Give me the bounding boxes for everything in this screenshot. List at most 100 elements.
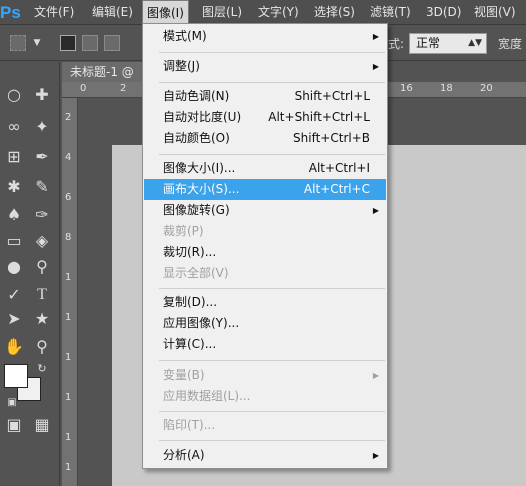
- menu-item-label: 模式(M): [163, 29, 207, 43]
- menu-item-shortcut: Alt+Ctrl+I: [308, 161, 370, 175]
- menu-item-label: 裁剪(P): [163, 224, 204, 238]
- menu-3d[interactable]: 3D(D): [422, 0, 465, 25]
- menu-item-label: 自动颜色(O): [163, 131, 230, 145]
- dodge-tool-icon[interactable]: ⚲: [30, 256, 54, 278]
- shape-tool-icon[interactable]: ★: [30, 308, 54, 330]
- ruler-v-tick: 1: [65, 462, 72, 473]
- zoom-tool-icon[interactable]: ⚲: [30, 336, 54, 358]
- menu-item-mode[interactable]: 模式(M) ▶: [144, 26, 386, 47]
- menu-item-label: 裁切(R)...: [163, 245, 217, 259]
- submenu-arrow-icon: ▶: [372, 206, 379, 215]
- document-tab[interactable]: 未标题-1 @: [62, 62, 142, 82]
- menu-item-trap[interactable]: 陷印(T)...: [144, 415, 386, 436]
- menu-separator: [159, 288, 385, 289]
- healing-brush-icon[interactable]: ✱: [2, 176, 26, 198]
- submenu-arrow-icon: ▶: [372, 371, 379, 380]
- chevron-down-icon[interactable]: ▼: [30, 32, 44, 54]
- menu-item-label: 计算(C)...: [163, 337, 217, 351]
- type-tool-icon[interactable]: T: [30, 284, 54, 306]
- brush-tool-icon[interactable]: ✎: [30, 176, 54, 198]
- swap-colors-icon[interactable]: ↻: [30, 358, 54, 380]
- menu-item-label: 调整(J): [163, 59, 200, 73]
- ruler-h-tick: 0: [80, 83, 87, 94]
- blur-tool-icon[interactable]: ●: [2, 256, 26, 278]
- menu-item-label: 陷印(T)...: [163, 418, 216, 432]
- history-brush-icon[interactable]: ✑: [30, 204, 54, 226]
- menu-item-shortcut: Shift+Ctrl+L: [294, 89, 370, 103]
- menu-item-auto-tone[interactable]: 自动色调(N) Shift+Ctrl+L: [144, 86, 386, 107]
- menu-file[interactable]: 文件(F): [30, 0, 78, 25]
- screen-mode-icon[interactable]: ▦: [30, 414, 54, 436]
- subtract-from-selection-button[interactable]: [104, 35, 120, 51]
- new-selection-button[interactable]: [60, 35, 76, 51]
- ruler-v-tick: 1: [65, 432, 72, 443]
- clone-stamp-icon[interactable]: ♠: [2, 204, 26, 226]
- menu-item-variables[interactable]: 变量(B) ▶: [144, 365, 386, 386]
- menu-item-shortcut: Alt+Ctrl+C: [303, 182, 370, 196]
- menu-item-label: 画布大小(S)...: [163, 182, 240, 196]
- foreground-color-swatch[interactable]: [4, 364, 28, 388]
- menu-item-label: 应用图像(Y)...: [163, 316, 240, 330]
- menu-view[interactable]: 视图(V): [470, 0, 520, 25]
- eyedropper-tool-icon[interactable]: ✒: [30, 146, 54, 168]
- menu-item-canvas-size[interactable]: 画布大小(S)... Alt+Ctrl+C: [144, 179, 386, 200]
- updown-arrow-icon: ▲▼: [468, 38, 482, 48]
- crop-tool-icon[interactable]: ⊞: [2, 146, 26, 168]
- hand-tool-icon[interactable]: ✋: [2, 336, 26, 358]
- width-label: 宽度: [498, 37, 523, 51]
- eraser-tool-icon[interactable]: ▭: [2, 230, 26, 252]
- menu-item-apply-image[interactable]: 应用图像(Y)...: [144, 313, 386, 334]
- default-colors-icon[interactable]: ▣: [0, 392, 24, 414]
- menu-layer[interactable]: 图层(L): [198, 0, 246, 25]
- menu-item-analysis[interactable]: 分析(A) ▶: [144, 445, 386, 466]
- ruler-v-tick: 1: [65, 312, 72, 323]
- menu-item-calculations[interactable]: 计算(C)...: [144, 334, 386, 355]
- menu-type[interactable]: 文字(Y): [254, 0, 303, 25]
- menu-edit[interactable]: 编辑(E): [88, 0, 137, 25]
- app-logo: Ps: [0, 3, 21, 22]
- menu-image[interactable]: 图像(I): [142, 0, 189, 25]
- add-to-selection-button[interactable]: [82, 35, 98, 51]
- menu-item-apply-data-set[interactable]: 应用数据组(L)...: [144, 386, 386, 407]
- menu-item-image-rotation[interactable]: 图像旋转(G) ▶: [144, 200, 386, 221]
- style-select[interactable]: 正常 ▲▼: [409, 33, 487, 54]
- menu-item-label: 自动色调(N): [163, 89, 230, 103]
- menu-item-label: 分析(A): [163, 448, 205, 462]
- marquee-preset-icon[interactable]: [10, 35, 26, 51]
- menu-item-trim[interactable]: 裁切(R)...: [144, 242, 386, 263]
- menu-item-auto-color[interactable]: 自动颜色(O) Shift+Ctrl+B: [144, 128, 386, 149]
- ruler-v-tick: 8: [65, 232, 72, 243]
- path-selection-icon[interactable]: ➤: [2, 308, 26, 330]
- menu-item-shortcut: Alt+Shift+Ctrl+L: [268, 110, 370, 124]
- menu-item-crop[interactable]: 裁剪(P): [144, 221, 386, 242]
- marquee-tool-icon[interactable]: ○: [2, 84, 26, 106]
- ruler-h-tick: 16: [400, 83, 413, 94]
- menu-item-label: 应用数据组(L)...: [163, 389, 251, 403]
- menu-separator: [159, 440, 385, 441]
- ruler-h-tick: 20: [480, 83, 493, 94]
- menu-filter[interactable]: 滤镜(T): [366, 0, 415, 25]
- menu-item-reveal-all[interactable]: 显示全部(V): [144, 263, 386, 284]
- menu-separator: [159, 360, 385, 361]
- menu-select[interactable]: 选择(S): [310, 0, 359, 25]
- menu-item-image-size[interactable]: 图像大小(I)... Alt+Ctrl+I: [144, 158, 386, 179]
- ruler-v-tick: 1: [65, 352, 72, 363]
- submenu-arrow-icon: ▶: [372, 451, 379, 460]
- ruler-v-tick: 1: [65, 392, 72, 403]
- pen-tool-icon[interactable]: ✓: [2, 284, 26, 306]
- menu-item-label: 变量(B): [163, 368, 205, 382]
- menu-item-duplicate[interactable]: 复制(D)...: [144, 292, 386, 313]
- image-menu-dropdown: 模式(M) ▶ 调整(J) ▶ 自动色调(N) Shift+Ctrl+L 自动对…: [142, 23, 388, 469]
- menu-item-auto-contrast[interactable]: 自动对比度(U) Alt+Shift+Ctrl+L: [144, 107, 386, 128]
- menu-item-label: 图像大小(I)...: [163, 161, 236, 175]
- menu-separator: [159, 82, 385, 83]
- quick-mask-icon[interactable]: ▣: [2, 414, 26, 436]
- ruler-v-tick: 4: [65, 152, 72, 163]
- menu-item-adjustments[interactable]: 调整(J) ▶: [144, 56, 386, 77]
- lasso-tool-icon[interactable]: ∞: [2, 116, 26, 138]
- menu-item-label: 图像旋转(G): [163, 203, 230, 217]
- move-tool-icon[interactable]: ✚: [30, 84, 54, 106]
- magic-wand-icon[interactable]: ✦: [30, 116, 54, 138]
- vertical-ruler: 2 4 6 8 1 1 1 1 1 1: [62, 98, 78, 486]
- paint-bucket-icon[interactable]: ◈: [30, 230, 54, 252]
